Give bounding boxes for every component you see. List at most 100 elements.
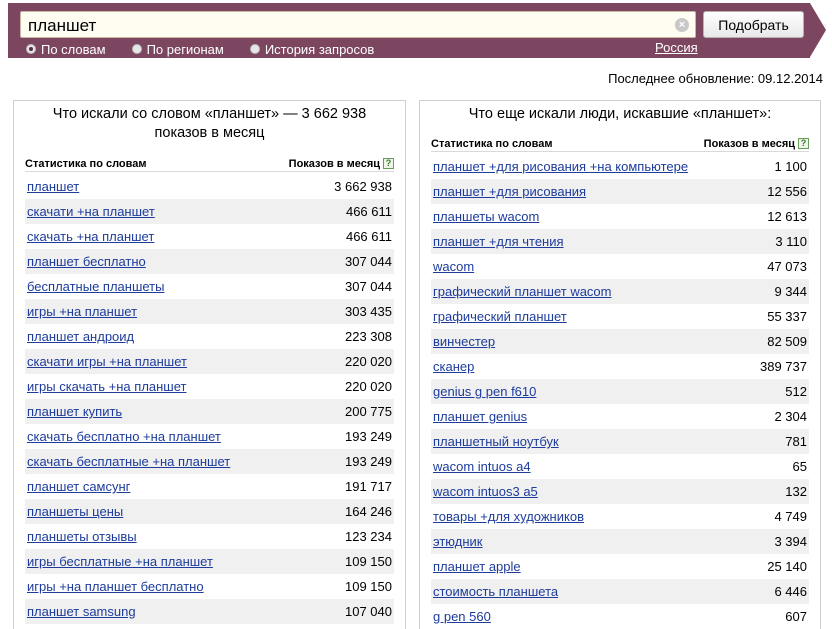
keyword-link[interactable]: бесплатные планшеты	[27, 279, 164, 294]
keyword-link[interactable]: игры +на планшет	[27, 304, 137, 319]
impressions-count: 47 073	[767, 259, 807, 274]
keyword-link[interactable]: планшет +для чтения	[433, 234, 564, 249]
keyword-link[interactable]: genius g pen f610	[433, 384, 536, 399]
panel-title: Что еще искали люди, искавшие «планшет»:	[468, 106, 772, 122]
table-row: планшеты отзывы 123 234	[25, 524, 394, 549]
keyword-link[interactable]: планшет samsung	[27, 604, 136, 619]
impressions-count: 223 308	[345, 329, 392, 344]
keyword-link[interactable]: графический планшет	[433, 309, 567, 324]
col-count-header: Показов в месяц?	[289, 158, 394, 170]
impressions-count: 6 446	[774, 584, 807, 599]
table-row: графический планшет 55 337	[431, 304, 809, 329]
keyword-link[interactable]: этюдник	[433, 534, 482, 549]
radio-by-words[interactable]: По словам	[26, 40, 106, 58]
impressions-count: 200 775	[345, 404, 392, 419]
keyword-link[interactable]: планшет genius	[433, 409, 527, 424]
table-row: товары +для художников 4 749	[431, 504, 809, 529]
table-row: genius g pen f610 512	[431, 379, 809, 404]
col-count-label: Показов в месяц	[288, 157, 380, 170]
keyword-link[interactable]: wacom intuos3 a5	[433, 484, 538, 499]
impressions-count: 220 020	[345, 354, 392, 369]
keyword-link[interactable]: планшетный ноутбук	[433, 434, 559, 449]
impressions-count: 3 394	[774, 534, 807, 549]
keyword-link[interactable]: скачать бесплатно +на планшет	[27, 429, 221, 444]
impressions-count: 164 246	[345, 504, 392, 519]
table-row: планшеты цены 164 246	[25, 499, 394, 524]
impressions-count: 65	[792, 459, 807, 474]
region-link[interactable]: Россия	[655, 40, 698, 55]
keyword-link[interactable]: скачати +на планшет	[27, 204, 155, 219]
table-row: g pen 560 607	[431, 604, 809, 629]
impressions-count: 607	[785, 609, 807, 624]
keyword-link[interactable]: g pen 560	[433, 609, 491, 624]
radio-by-regions[interactable]: По регионам	[131, 40, 224, 58]
keyword-link[interactable]: скачати игры +на планшет	[27, 354, 187, 369]
keyword-link[interactable]: игры бесплатные +на планшет	[27, 554, 213, 569]
search-input[interactable]	[21, 12, 671, 37]
table-row: планшет бесплатно 307 044	[25, 249, 394, 274]
table-row: планшет 3 662 938	[25, 174, 394, 199]
keyword-link[interactable]: планшет бесплатно	[27, 254, 146, 269]
keyword-link[interactable]: игры +на планшет бесплатно	[27, 579, 204, 594]
table-row: графический планшет wacom 9 344	[431, 279, 809, 304]
table-row: wacom 47 073	[431, 254, 809, 279]
keyword-link[interactable]: wacom	[433, 259, 474, 274]
impressions-count: 220 020	[345, 379, 392, 394]
table-row: wacom intuos a4 65	[431, 454, 809, 479]
radio-checked-icon	[26, 44, 36, 54]
impressions-count: 82 509	[767, 334, 807, 349]
radio-icon	[131, 44, 142, 54]
impressions-count: 123 234	[345, 529, 392, 544]
keyword-link[interactable]: игры скачать +на планшет	[27, 379, 187, 394]
table-row: wacom intuos3 a5 132	[431, 479, 809, 504]
table-row: планшет андроид 223 308	[25, 324, 394, 349]
impressions-count: 512	[785, 384, 807, 399]
keyword-link[interactable]: планшеты wacom	[433, 209, 539, 224]
table-row: этюдник 3 394	[431, 529, 809, 554]
keyword-link[interactable]: планшет самсунг	[27, 479, 130, 494]
table-row: скачать бесплатно +на планшет 193 249	[25, 424, 394, 449]
table-row: бесплатные планшеты 307 044	[25, 274, 394, 299]
col-keyword-header: Статистика по словам	[25, 157, 147, 170]
impressions-count: 781	[785, 434, 807, 449]
keyword-link[interactable]: планшеты отзывы	[27, 529, 137, 544]
keyword-link[interactable]: сканер	[433, 359, 474, 374]
table-row: игры +на планшет бесплатно 109 150	[25, 574, 394, 599]
impressions-count: 466 611	[345, 229, 392, 244]
keyword-link[interactable]: винчестер	[433, 334, 495, 349]
impressions-count: 466 611	[345, 204, 392, 219]
table-row: планшет apple 25 140	[431, 554, 809, 579]
radio-label: История запросов	[264, 41, 375, 57]
keyword-link[interactable]: скачать бесплатные +на планшет	[27, 454, 230, 469]
table-row: игры +на планшет 303 435	[25, 299, 394, 324]
radio-history[interactable]: История запросов	[249, 40, 375, 58]
table-row: планшеты wacom 12 613	[431, 204, 809, 229]
keyword-link[interactable]: планшет +для рисования	[433, 184, 586, 199]
keyword-link[interactable]: планшет андроид	[27, 329, 134, 344]
keyword-link[interactable]: планшет apple	[433, 559, 521, 574]
keyword-link[interactable]: планшеты цены	[27, 504, 123, 519]
help-icon[interactable]: ?	[798, 138, 809, 150]
impressions-count: 109 150	[345, 579, 392, 594]
keyword-link[interactable]: графический планшет wacom	[433, 284, 612, 299]
impressions-count: 4 749	[774, 509, 807, 524]
impressions-count: 2 304	[774, 409, 807, 424]
clear-icon[interactable]: ×	[675, 18, 689, 32]
table-row: планшет самсунг 191 717	[25, 474, 394, 499]
keyword-list: планшет 3 662 938 скачати +на планшет 466 6…	[25, 174, 394, 624]
radio-label: По регионам	[146, 41, 224, 57]
impressions-count: 12 556	[767, 184, 807, 199]
col-count-label: Показов в месяц	[703, 137, 795, 150]
keyword-link[interactable]: планшет +для рисования +на компьютере	[433, 159, 688, 174]
impressions-count: 307 044	[345, 279, 392, 294]
keyword-link[interactable]: товары +для художников	[433, 509, 584, 524]
help-icon[interactable]: ?	[383, 158, 394, 170]
impressions-count: 25 140	[767, 559, 807, 574]
table-row: планшетный ноутбук 781	[431, 429, 809, 454]
keyword-link[interactable]: стоимость планшета	[433, 584, 558, 599]
keyword-link[interactable]: wacom intuos a4	[433, 459, 531, 474]
keyword-link[interactable]: планшет	[27, 179, 79, 194]
keyword-link[interactable]: планшет купить	[27, 404, 122, 419]
keyword-link[interactable]: скачать +на планшет	[27, 229, 154, 244]
submit-button[interactable]: Подобрать	[703, 11, 804, 38]
